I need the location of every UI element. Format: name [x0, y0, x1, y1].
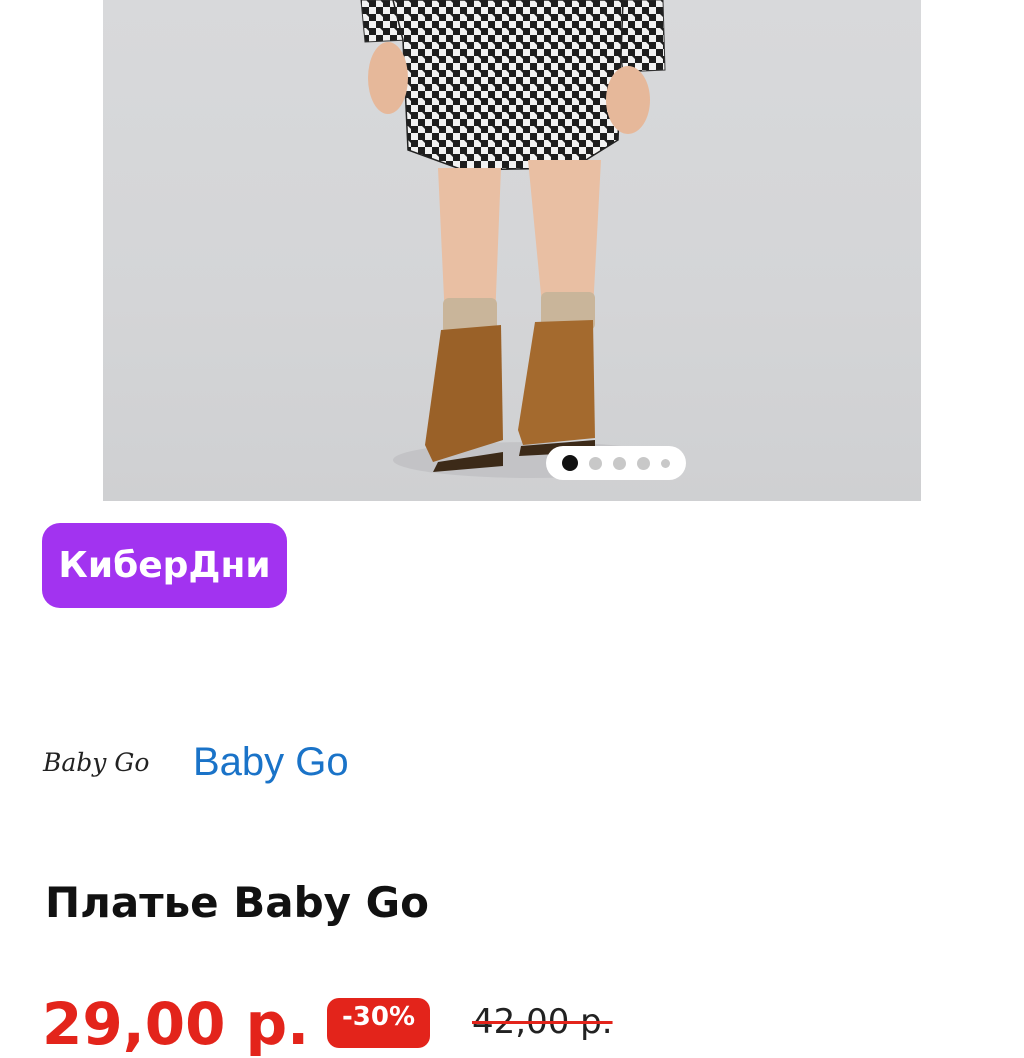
promo-badge[interactable]: КиберДни [42, 523, 287, 608]
brand-logo: Baby Go [43, 748, 150, 777]
gallery-dot[interactable] [589, 456, 602, 470]
brand-row[interactable]: Baby Go Baby Go [43, 740, 349, 785]
gallery-dot[interactable] [613, 456, 626, 470]
product-image-gallery[interactable] [103, 0, 921, 501]
gallery-pagination[interactable] [546, 446, 686, 480]
brand-link[interactable]: Baby Go [193, 740, 349, 785]
product-photo [360, 0, 673, 478]
gallery-dot[interactable] [637, 456, 650, 470]
product-title: Платье Baby Go [45, 878, 430, 927]
gallery-dot[interactable] [562, 455, 578, 471]
current-price: 29,00 р. [42, 990, 310, 1058]
gallery-dot[interactable] [661, 458, 670, 468]
discount-badge: -30% [327, 998, 430, 1048]
old-price: 42,00 р. [472, 1002, 613, 1042]
